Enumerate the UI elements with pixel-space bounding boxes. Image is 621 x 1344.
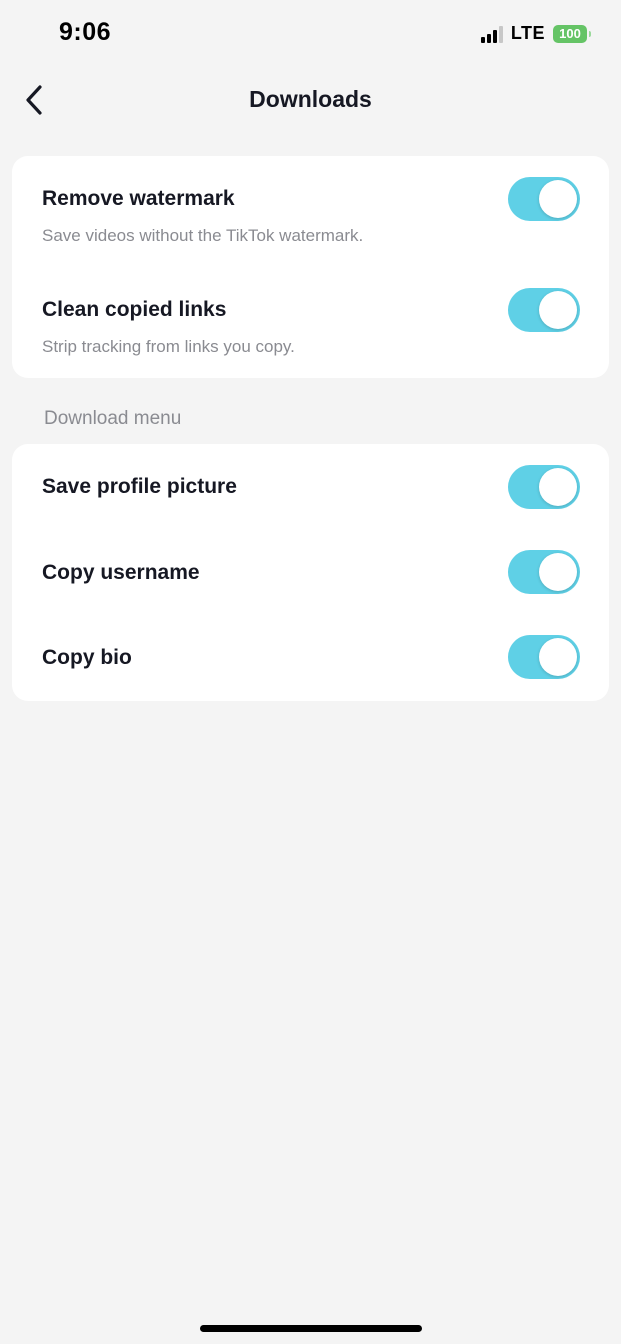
settings-card: Remove watermark Save videos without the… (12, 156, 609, 378)
setting-row-clean-copied-links: Clean copied links Strip tracking from l… (12, 267, 609, 378)
copy-username-toggle[interactable] (508, 550, 580, 594)
section-header-download-menu: Download menu (44, 408, 182, 429)
network-type: LTE (510, 23, 545, 43)
copy-bio-toggle[interactable] (508, 635, 580, 679)
toggle-knob (539, 553, 577, 591)
nav-bar: Downloads (0, 72, 621, 128)
cellular-signal-icon (480, 25, 503, 43)
menu-row-copy-bio: Copy bio (12, 615, 609, 701)
setting-label: Remove watermark (42, 187, 235, 210)
setting-label: Clean copied links (42, 298, 227, 321)
toggle-knob (539, 468, 577, 506)
battery-level: 100 (559, 26, 581, 41)
home-indicator[interactable] (200, 1325, 422, 1332)
setting-description: Save videos without the TikTok watermark… (42, 226, 364, 245)
save-profile-picture-toggle[interactable] (508, 465, 580, 509)
status-indicators: LTE 100 (480, 23, 591, 44)
battery-icon: 100 (553, 24, 591, 43)
toggle-knob (539, 291, 577, 329)
status-time: 9:06 (59, 18, 112, 46)
download-menu-card: Save profile picture Copy username Copy … (12, 444, 609, 701)
status-bar: 9:06 LTE 100 (0, 0, 621, 70)
page-title: Downloads (249, 86, 372, 112)
menu-row-copy-username: Copy username (12, 530, 609, 616)
menu-item-label: Copy bio (42, 646, 132, 669)
setting-row-remove-watermark: Remove watermark Save videos without the… (12, 156, 609, 267)
menu-item-label: Save profile picture (42, 475, 237, 498)
menu-item-label: Copy username (42, 561, 200, 584)
toggle-knob (539, 638, 577, 676)
remove-watermark-toggle[interactable] (508, 177, 580, 221)
menu-row-save-profile-picture: Save profile picture (12, 444, 609, 530)
toggle-knob (539, 180, 577, 218)
clean-copied-links-toggle[interactable] (508, 288, 580, 332)
setting-description: Strip tracking from links you copy. (42, 337, 295, 356)
